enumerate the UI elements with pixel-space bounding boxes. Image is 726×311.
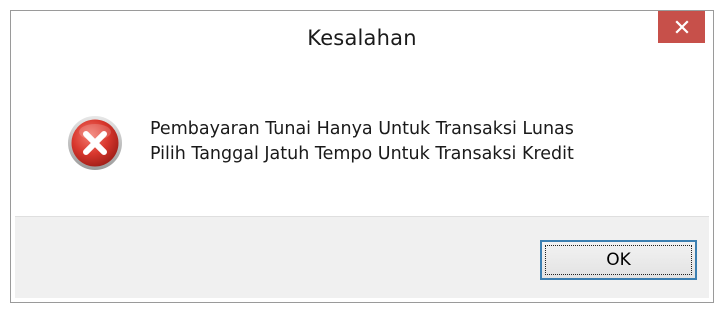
button-bar: OK bbox=[15, 216, 709, 298]
close-button[interactable] bbox=[658, 11, 705, 43]
focus-ring bbox=[545, 245, 692, 275]
message-line-2: Pilih Tanggal Jatuh Tempo Untuk Transaks… bbox=[150, 144, 574, 164]
error-dialog: Kesalahan Pembayaran Tunai Hanya Untuk T… bbox=[10, 10, 714, 303]
message-line-1: Pembayaran Tunai Hanya Untuk Transaksi L… bbox=[150, 119, 574, 139]
ok-button[interactable]: OK bbox=[540, 240, 697, 280]
dialog-title: Kesalahan bbox=[307, 26, 417, 50]
close-icon bbox=[674, 20, 689, 34]
error-icon bbox=[68, 116, 122, 170]
message-text: Pembayaran Tunai Hanya Untuk Transaksi L… bbox=[150, 117, 574, 167]
title-bar: Kesalahan bbox=[11, 11, 713, 63]
message-area: Pembayaran Tunai Hanya Untuk Transaksi L… bbox=[15, 65, 709, 216]
